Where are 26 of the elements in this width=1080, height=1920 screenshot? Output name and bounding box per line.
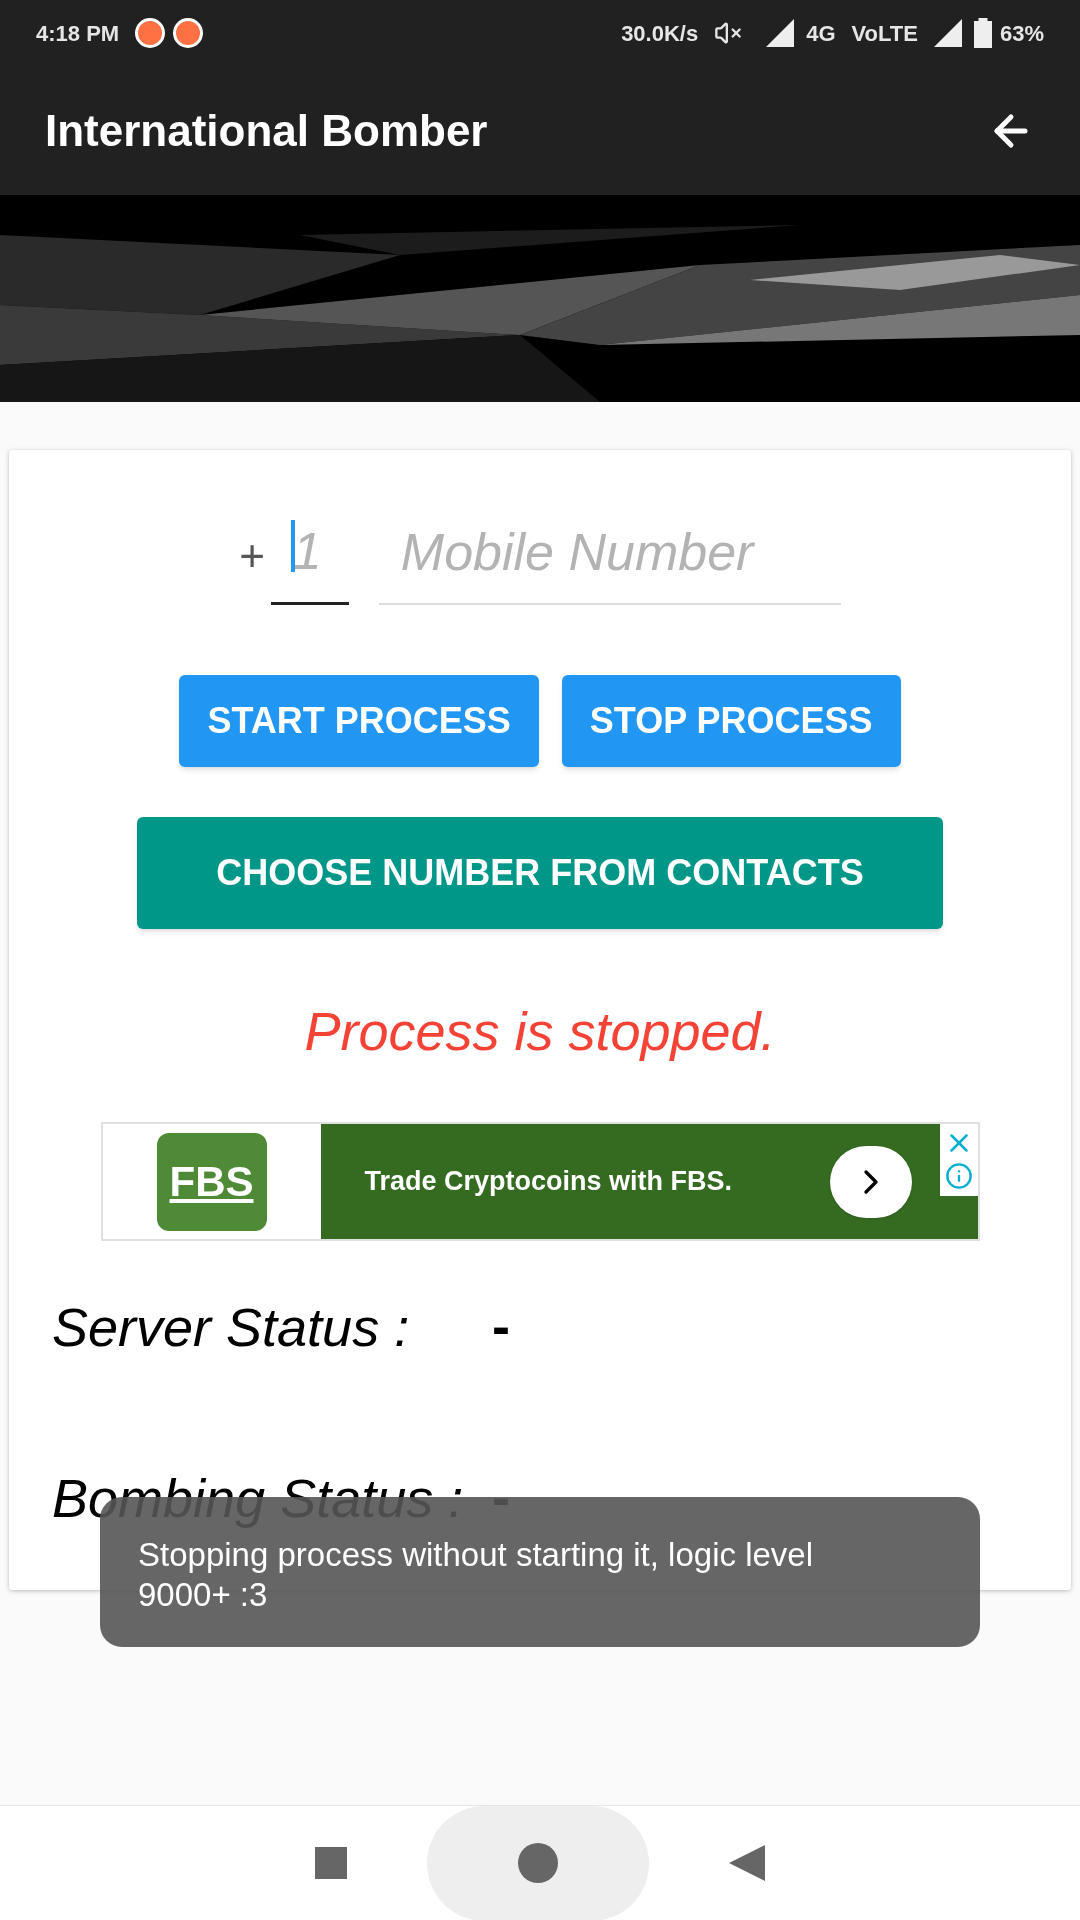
ad-banner[interactable]: FBS Trade Cryptocoins with FBS. [100,1122,980,1241]
process-button[interactable]: STOP PROCESS [561,675,901,767]
input-field[interactable]: 1 [270,512,349,605]
home-icon [518,1843,558,1883]
signal-icon [933,19,962,47]
info-icon[interactable] [944,1162,973,1190]
process-message: Process is stopped. [304,1000,776,1063]
text-cursor [290,520,295,572]
ad-text: Trade Cryptocoins with FBS. [364,1165,734,1199]
fbs-logo: FBS [156,1132,267,1231]
signal-icon [766,19,795,47]
plus-sign: + [239,530,265,582]
contacts-button[interactable]: CHOOSE NUMBER FROM CONTACTS [137,817,943,929]
clock-time: 4:18 PM [36,19,120,48]
status-value: - [492,1295,510,1358]
status-label: Server Status : [52,1295,411,1358]
notification-icon [173,18,204,48]
notification-icon [135,18,166,48]
volte-label: VoLTE [851,19,918,48]
process-button[interactable]: START PROCESS [179,675,539,767]
network-speed: 30.0K/s [621,19,699,48]
battery-percent: 63% [999,19,1044,48]
network-type: 4G [806,19,836,48]
app-title: International Bomber [45,104,488,157]
status-value: - [492,1466,510,1529]
battery-icon [973,18,992,48]
